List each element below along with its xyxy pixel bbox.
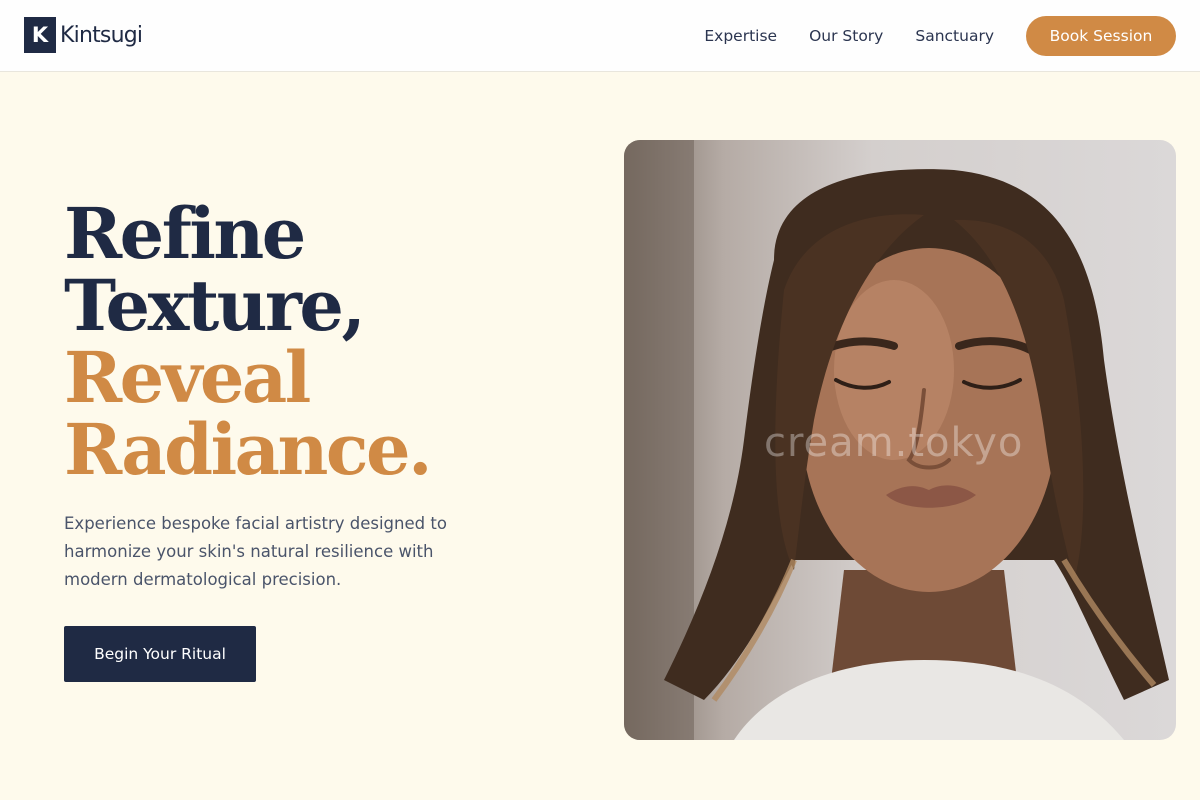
- headline-line-reveal: Reveal: [64, 336, 311, 419]
- headline-line-texture: Texture,: [64, 264, 366, 347]
- nav-link-our-story[interactable]: Our Story: [809, 27, 883, 45]
- site-header: K Kintsugi Expertise Our Story Sanctuary…: [0, 0, 1200, 72]
- headline-line-radiance: Radiance.: [64, 408, 432, 491]
- nav-link-expertise[interactable]: Expertise: [704, 27, 777, 45]
- hero-portrait-image: cream.tokyo: [624, 140, 1176, 740]
- logo-mark-icon: K: [24, 17, 56, 53]
- brand-logo[interactable]: K Kintsugi: [24, 17, 143, 53]
- hero-subcopy: Experience bespoke facial artistry desig…: [64, 514, 447, 589]
- main-nav: Expertise Our Story Sanctuary Book Sessi…: [704, 16, 1176, 56]
- begin-ritual-button[interactable]: Begin Your Ritual: [64, 626, 256, 682]
- hero-headline: Refine Texture, Reveal Radiance.: [64, 192, 432, 491]
- brand-name: Kintsugi: [60, 22, 143, 48]
- photo-watermark: cream.tokyo: [764, 420, 1024, 466]
- nav-link-sanctuary[interactable]: Sanctuary: [915, 27, 994, 45]
- book-session-button[interactable]: Book Session: [1026, 16, 1176, 56]
- headline-line-refine: Refine: [64, 192, 306, 275]
